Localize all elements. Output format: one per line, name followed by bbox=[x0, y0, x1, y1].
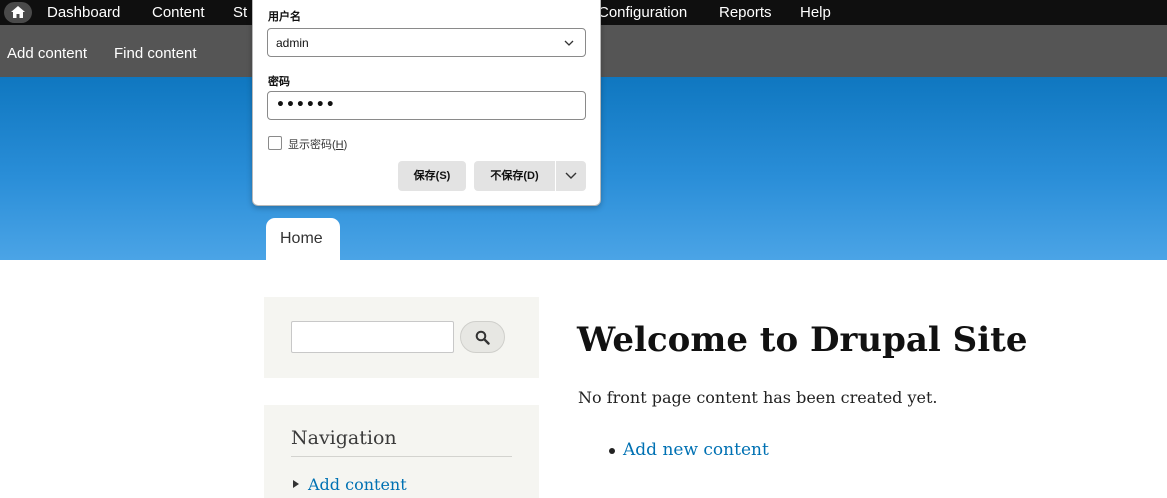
save-password-popup: 用户名 admin 密码 •••••• 显示密码(H) 保存(S) 不保存(D) bbox=[252, 0, 601, 206]
navigation-block: Navigation Add content bbox=[264, 405, 539, 498]
triangle-right-icon bbox=[293, 480, 299, 488]
show-password-close: ) bbox=[343, 139, 348, 151]
toolbar-dashboard[interactable]: Dashboard bbox=[47, 4, 120, 21]
tray-find-content[interactable]: Find content bbox=[114, 45, 197, 62]
tab-home-label: Home bbox=[280, 230, 323, 247]
more-options-button[interactable] bbox=[556, 161, 586, 191]
home-icon bbox=[11, 6, 25, 18]
tab-home[interactable]: Home bbox=[266, 218, 340, 260]
toolbar-structure[interactable]: St bbox=[233, 4, 247, 21]
add-new-content-link[interactable]: Add new content bbox=[623, 440, 769, 460]
search-block bbox=[264, 297, 539, 378]
bullet bbox=[609, 448, 615, 454]
search-icon bbox=[475, 330, 490, 345]
tray-add-content[interactable]: Add content bbox=[7, 45, 87, 62]
toolbar-content[interactable]: Content bbox=[152, 4, 205, 21]
show-password-accesskey: H bbox=[335, 139, 344, 151]
search-input[interactable] bbox=[291, 321, 454, 353]
search-button[interactable] bbox=[460, 321, 505, 353]
home-button[interactable] bbox=[4, 2, 32, 23]
toolbar-reports[interactable]: Reports bbox=[719, 4, 772, 21]
username-label: 用户名 bbox=[268, 11, 301, 23]
page-text: No front page content has been created y… bbox=[578, 388, 938, 407]
toolbar-help[interactable]: Help bbox=[800, 4, 831, 21]
show-password-text: 显示密码( bbox=[288, 139, 336, 151]
show-password-label: 显示密码(H) bbox=[288, 136, 347, 152]
show-password-checkbox[interactable] bbox=[268, 136, 282, 150]
divider bbox=[291, 456, 512, 457]
chevron-down-icon bbox=[565, 172, 577, 179]
navigation-title: Navigation bbox=[291, 427, 397, 449]
nav-link-add-content[interactable]: Add content bbox=[308, 475, 407, 494]
username-value: admin bbox=[276, 36, 309, 50]
toolbar-configuration[interactable]: Configuration bbox=[598, 4, 687, 21]
page-title: Welcome to Drupal Site bbox=[577, 320, 1028, 360]
password-value: •••••• bbox=[276, 97, 336, 113]
save-button[interactable]: 保存(S) bbox=[398, 161, 466, 191]
chevron-down-icon bbox=[564, 40, 574, 46]
username-select[interactable]: admin bbox=[267, 28, 586, 57]
dont-save-button[interactable]: 不保存(D) bbox=[474, 161, 555, 191]
password-label: 密码 bbox=[268, 76, 290, 88]
password-field[interactable]: •••••• bbox=[267, 91, 586, 120]
